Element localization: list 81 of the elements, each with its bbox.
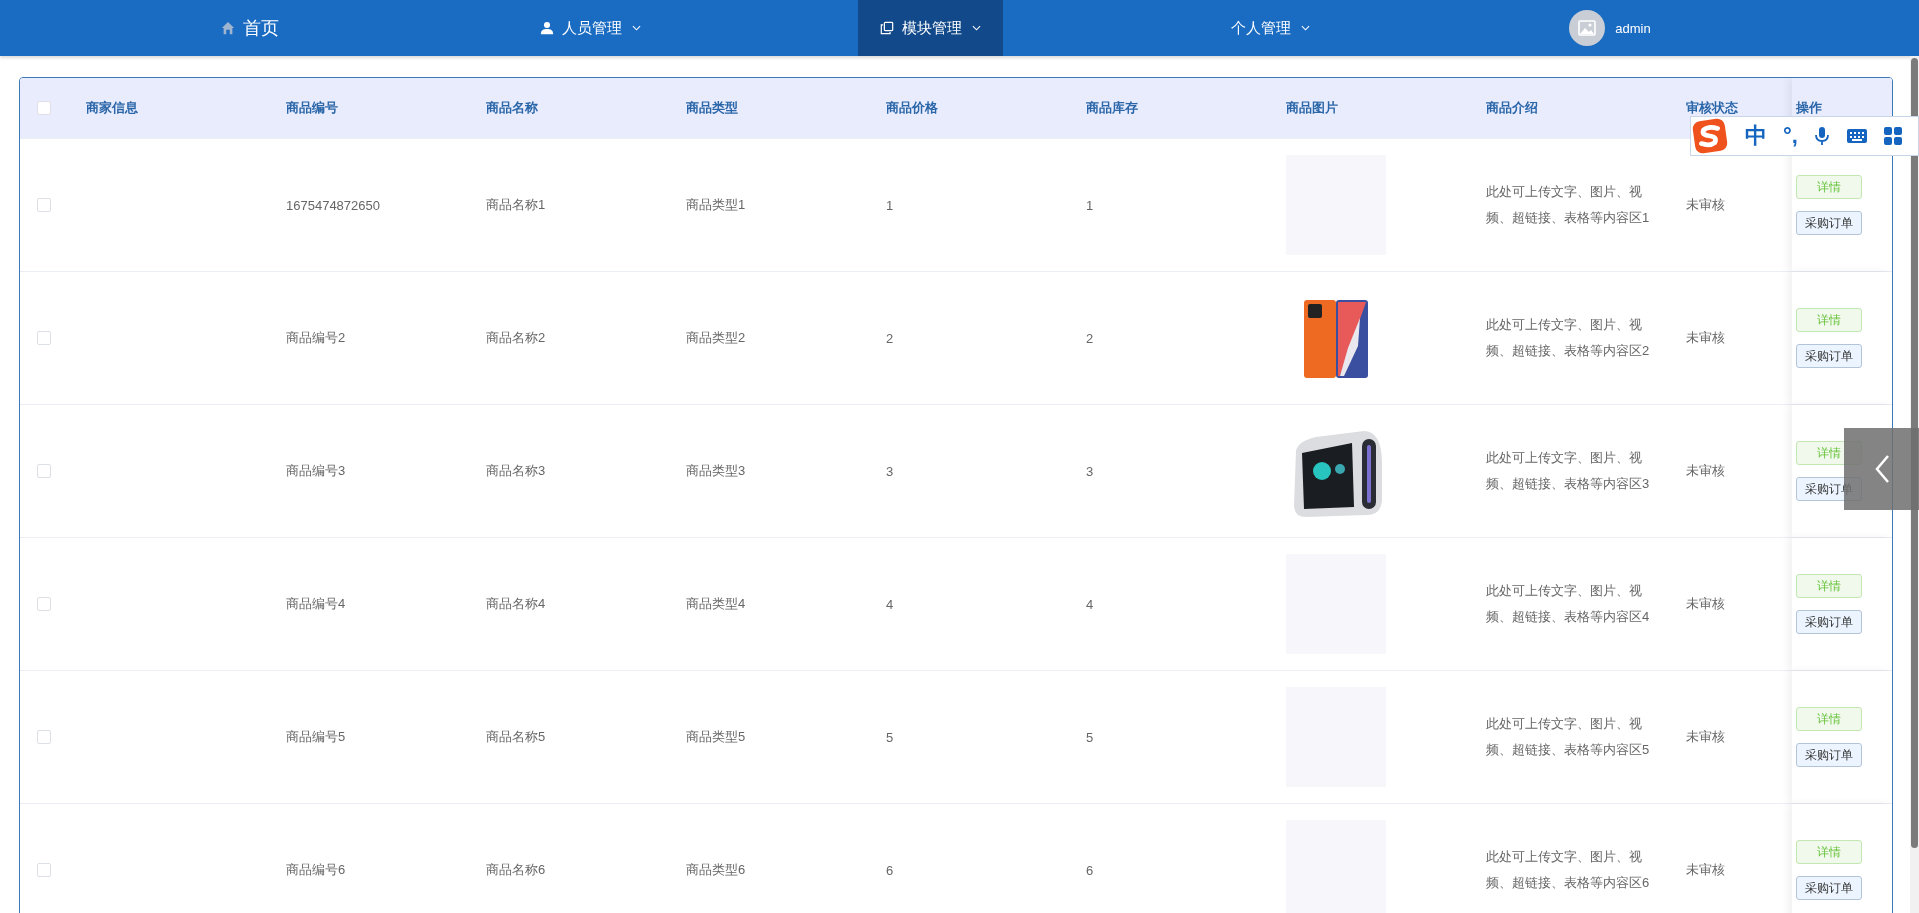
product-stock: 4 [1086, 596, 1094, 612]
row-checkbox[interactable] [37, 331, 51, 345]
nav-link[interactable]: 人员管理 [517, 0, 663, 56]
input-mode[interactable]: 中 [1745, 121, 1767, 151]
order-button[interactable]: 采购订单 [1796, 876, 1862, 900]
product-code: 商品编号4 [286, 595, 346, 613]
column-header: 商品类型 [686, 99, 738, 117]
column-header: 商家信息 [86, 99, 138, 117]
product-stock: 1 [1086, 197, 1094, 213]
microphone-icon[interactable] [1813, 126, 1830, 146]
keyboard-icon[interactable] [1845, 128, 1868, 144]
product-code: 商品编号5 [286, 728, 346, 746]
product-price: 5 [886, 729, 894, 745]
product-code: 1675474872650 [286, 197, 380, 213]
product-name: 商品名称4 [486, 595, 546, 613]
column-header: 商品价格 [886, 99, 938, 117]
product-name: 商品名称2 [486, 329, 546, 347]
product-code: 商品编号6 [286, 861, 346, 879]
nav-link[interactable]: 模块管理 [857, 0, 1003, 56]
product-name: 商品名称3 [486, 462, 546, 480]
product-code: 商品编号3 [286, 462, 346, 480]
column-header: 商品库存 [1086, 99, 1138, 117]
row-checkbox[interactable] [37, 597, 51, 611]
review-status: 未审核 [1686, 595, 1725, 613]
s-logo-icon[interactable] [1691, 117, 1729, 155]
product-intro: 此处可上传文字、图片、视频、超链接、表格等内容区4 [1486, 582, 1651, 626]
review-status: 未审核 [1686, 196, 1725, 214]
copy-icon [879, 21, 894, 35]
product-intro: 此处可上传文字、图片、视频、超链接、表格等内容区3 [1486, 449, 1651, 493]
product-type: 商品类型3 [686, 462, 746, 480]
column-header: 商品介绍 [1486, 99, 1538, 117]
product-intro: 此处可上传文字、图片、视频、超链接、表格等内容区1 [1486, 183, 1651, 227]
column-header: 商品名称 [486, 99, 538, 117]
column-header: 操作 [1796, 99, 1822, 117]
product-type: 商品类型6 [686, 861, 746, 879]
column-header: 审核状态 [1686, 99, 1738, 117]
grid-icon[interactable] [1883, 127, 1902, 145]
product-stock: 5 [1086, 729, 1094, 745]
scrollbar-thumb[interactable] [1911, 58, 1918, 848]
order-button[interactable]: 采购订单 [1796, 610, 1862, 634]
review-status: 未审核 [1686, 861, 1725, 879]
product-price: 1 [886, 197, 894, 213]
order-button[interactable]: 采购订单 [1796, 344, 1862, 368]
user-icon [539, 21, 554, 35]
product-type: 商品类型2 [686, 329, 746, 347]
product-type: 商品类型1 [686, 196, 746, 214]
product-stock: 3 [1086, 463, 1094, 479]
column-header: 商品编号 [286, 99, 338, 117]
avatar-icon[interactable] [1569, 10, 1606, 46]
review-status: 未审核 [1686, 728, 1725, 746]
product-intro: 此处可上传文字、图片、视频、超链接、表格等内容区6 [1486, 848, 1651, 892]
product-intro: 此处可上传文字、图片、视频、超链接、表格等内容区5 [1486, 715, 1651, 759]
product-intro: 此处可上传文字、图片、视频、超链接、表格等内容区2 [1486, 316, 1651, 360]
product-price: 3 [886, 463, 894, 479]
review-status: 未审核 [1686, 462, 1725, 480]
product-type: 商品类型4 [686, 595, 746, 613]
product-stock: 6 [1086, 862, 1094, 878]
punctuation-mode[interactable]: °, [1783, 123, 1798, 149]
nav-link[interactable]: 个人管理 [1208, 0, 1332, 56]
chevron-left-icon [1873, 454, 1890, 484]
home-icon [221, 21, 235, 35]
order-button[interactable]: 采购订单 [1796, 211, 1862, 235]
product-type: 商品类型5 [686, 728, 746, 746]
column-header: 商品图片 [1286, 99, 1338, 117]
user-name: admin [1615, 20, 1651, 36]
product-price: 2 [886, 330, 894, 346]
product-name: 商品名称5 [486, 728, 546, 746]
row-checkbox[interactable] [37, 730, 51, 744]
row-checkbox[interactable] [37, 464, 51, 478]
row-checkbox[interactable] [37, 863, 51, 877]
order-button[interactable]: 采购订单 [1796, 743, 1862, 767]
product-price: 4 [886, 596, 894, 612]
product-name: 商品名称6 [486, 861, 546, 879]
product-name: 商品名称1 [486, 196, 546, 214]
product-code: 商品编号2 [286, 329, 346, 347]
product-price: 6 [886, 862, 894, 878]
product-stock: 2 [1086, 330, 1094, 346]
nav-link[interactable]: 首页 [199, 0, 301, 56]
row-checkbox[interactable] [37, 198, 51, 212]
select-all-checkbox[interactable] [37, 101, 51, 115]
review-status: 未审核 [1686, 329, 1725, 347]
